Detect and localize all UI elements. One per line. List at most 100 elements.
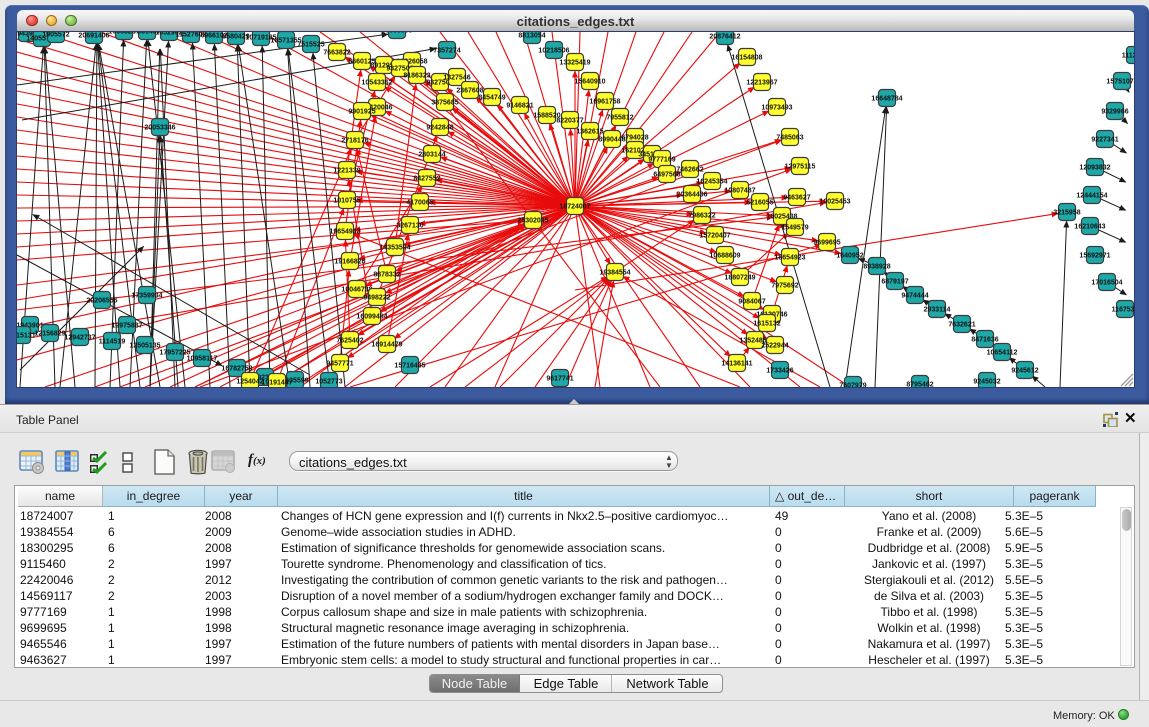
svg-text:8471636: 8471636 [971, 337, 998, 344]
svg-text:1905572: 1905572 [42, 32, 69, 39]
svg-text:12942737: 12942737 [64, 335, 95, 342]
svg-text:16648784: 16648784 [871, 96, 902, 103]
svg-text:20364436: 20364436 [676, 192, 707, 199]
svg-text:19975887: 19975887 [111, 323, 142, 330]
svg-text:8454749: 8454749 [478, 95, 505, 102]
svg-text:15720407: 15720407 [699, 233, 730, 240]
svg-text:18654923: 18654923 [774, 255, 805, 262]
svg-text:1052773: 1052773 [315, 379, 342, 386]
svg-text:8186323: 8186323 [403, 73, 430, 80]
svg-text:10025453: 10025453 [819, 199, 850, 206]
svg-text:16210643: 16210643 [1074, 224, 1105, 231]
svg-text:12156829: 12156829 [34, 331, 65, 338]
svg-text:17359934: 17359934 [131, 293, 162, 300]
svg-text:9146821: 9146821 [506, 103, 533, 110]
svg-text:10973493: 10973493 [761, 105, 792, 112]
svg-text:12975115: 12975115 [785, 164, 816, 171]
svg-text:9498222: 9498222 [363, 295, 390, 302]
svg-text:9474444: 9474444 [901, 293, 928, 300]
svg-text:1167533: 1167533 [1112, 307, 1134, 314]
svg-text:10543362: 10543362 [361, 80, 392, 87]
svg-text:2367608: 2367608 [456, 88, 483, 95]
svg-text:1640952: 1640952 [836, 253, 863, 260]
svg-text:7632621: 7632621 [948, 322, 975, 329]
svg-text:9242848: 9242848 [426, 125, 453, 132]
svg-text:9245032: 9245032 [973, 379, 1000, 386]
svg-text:1362615: 1362615 [576, 129, 603, 136]
svg-text:7986322: 7986322 [688, 213, 715, 220]
svg-text:9777169: 9777169 [648, 157, 675, 164]
svg-text:1733426: 1733426 [766, 368, 793, 375]
svg-text:1010755: 1010755 [333, 198, 360, 205]
svg-text:8795462: 8795462 [906, 382, 933, 388]
svg-text:19384554: 19384554 [599, 270, 630, 277]
svg-text:2718176: 2718176 [341, 138, 368, 145]
svg-text:15640910: 15640910 [574, 79, 605, 86]
svg-text:1112519: 1112519 [1122, 53, 1134, 60]
svg-text:19654933: 19654933 [329, 229, 360, 236]
svg-text:15716485: 15716485 [394, 363, 425, 370]
svg-text:18724007: 18724007 [559, 204, 590, 211]
svg-text:3267130: 3267130 [396, 223, 423, 230]
svg-text:12093832: 12093832 [1079, 165, 1110, 172]
svg-text:10807487: 10807487 [724, 188, 755, 195]
svg-text:19166825: 19166825 [334, 259, 365, 266]
svg-text:6879197: 6879197 [881, 279, 908, 286]
svg-text:8220377: 8220377 [556, 118, 583, 125]
svg-text:13325419: 13325419 [559, 60, 590, 67]
svg-text:16782759: 16782759 [221, 366, 252, 373]
svg-text:8878332: 8878332 [373, 272, 400, 279]
svg-text:1549579: 1549579 [781, 225, 808, 232]
svg-text:9699695: 9699695 [813, 240, 840, 247]
svg-text:1114519: 1114519 [99, 339, 126, 346]
svg-text:9457771: 9457771 [326, 361, 353, 368]
svg-text:8813054: 8813054 [518, 33, 545, 40]
svg-text:7975692: 7975692 [771, 283, 798, 290]
svg-text:16033809: 16033809 [381, 32, 412, 35]
svg-text:16099484: 16099484 [356, 314, 387, 321]
svg-text:7357274: 7357274 [433, 48, 460, 55]
svg-text:20876412: 20876412 [709, 34, 740, 41]
svg-text:9084067: 9084067 [738, 299, 765, 306]
svg-text:15692971: 15692971 [1079, 253, 1110, 260]
svg-text:20053346: 20053346 [144, 125, 175, 132]
svg-text:7625402: 7625402 [336, 338, 363, 345]
svg-text:6497568: 6497568 [653, 172, 680, 179]
svg-text:16961758: 16961758 [589, 99, 620, 106]
svg-text:10218506: 10218506 [538, 48, 569, 55]
svg-text:7485063: 7485063 [776, 135, 803, 142]
svg-text:6794028: 6794028 [621, 135, 648, 142]
svg-text:9245612: 9245612 [1011, 368, 1038, 375]
svg-text:4170065: 4170065 [406, 200, 433, 207]
svg-text:3875685: 3875685 [431, 100, 458, 107]
svg-text:17016504: 17016504 [1091, 280, 1122, 287]
svg-text:1327546: 1327546 [443, 75, 470, 82]
svg-text:10688609: 10688609 [709, 253, 740, 260]
svg-text:12444154: 12444154 [1076, 193, 1107, 200]
svg-text:7515525: 7515525 [297, 42, 324, 49]
svg-text:16245354: 16245354 [696, 179, 727, 186]
svg-text:6216055: 6216055 [746, 200, 773, 207]
svg-text:9901925: 9901925 [348, 109, 375, 116]
svg-text:20691406: 20691406 [78, 33, 109, 40]
svg-text:12505135: 12505135 [129, 343, 160, 350]
svg-text:12213967: 12213967 [746, 80, 777, 87]
svg-text:7955812: 7955812 [606, 115, 633, 122]
svg-text:20206556: 20206556 [86, 298, 117, 305]
svg-text:15751074: 15751074 [1106, 79, 1134, 86]
svg-text:25302035: 25302035 [517, 218, 548, 225]
svg-text:2803144: 2803144 [418, 152, 445, 159]
svg-text:8427552: 8427552 [413, 176, 440, 183]
svg-text:2933114: 2933114 [924, 307, 951, 314]
svg-text:3915131: 3915131 [17, 333, 36, 340]
svg-text:3215958: 3215958 [1053, 210, 1080, 217]
svg-text:10654112: 10654112 [987, 350, 1018, 357]
svg-text:1254042: 1254042 [236, 379, 263, 386]
svg-text:16154808: 16154808 [731, 55, 762, 62]
svg-text:14353594: 14353594 [379, 245, 410, 252]
svg-text:9329966: 9329966 [1101, 109, 1128, 116]
svg-text:16914479: 16914479 [371, 342, 402, 349]
svg-text:9463627: 9463627 [783, 195, 810, 202]
svg-text:1221339: 1221339 [333, 168, 360, 175]
svg-text:9227341: 9227341 [1091, 137, 1118, 144]
